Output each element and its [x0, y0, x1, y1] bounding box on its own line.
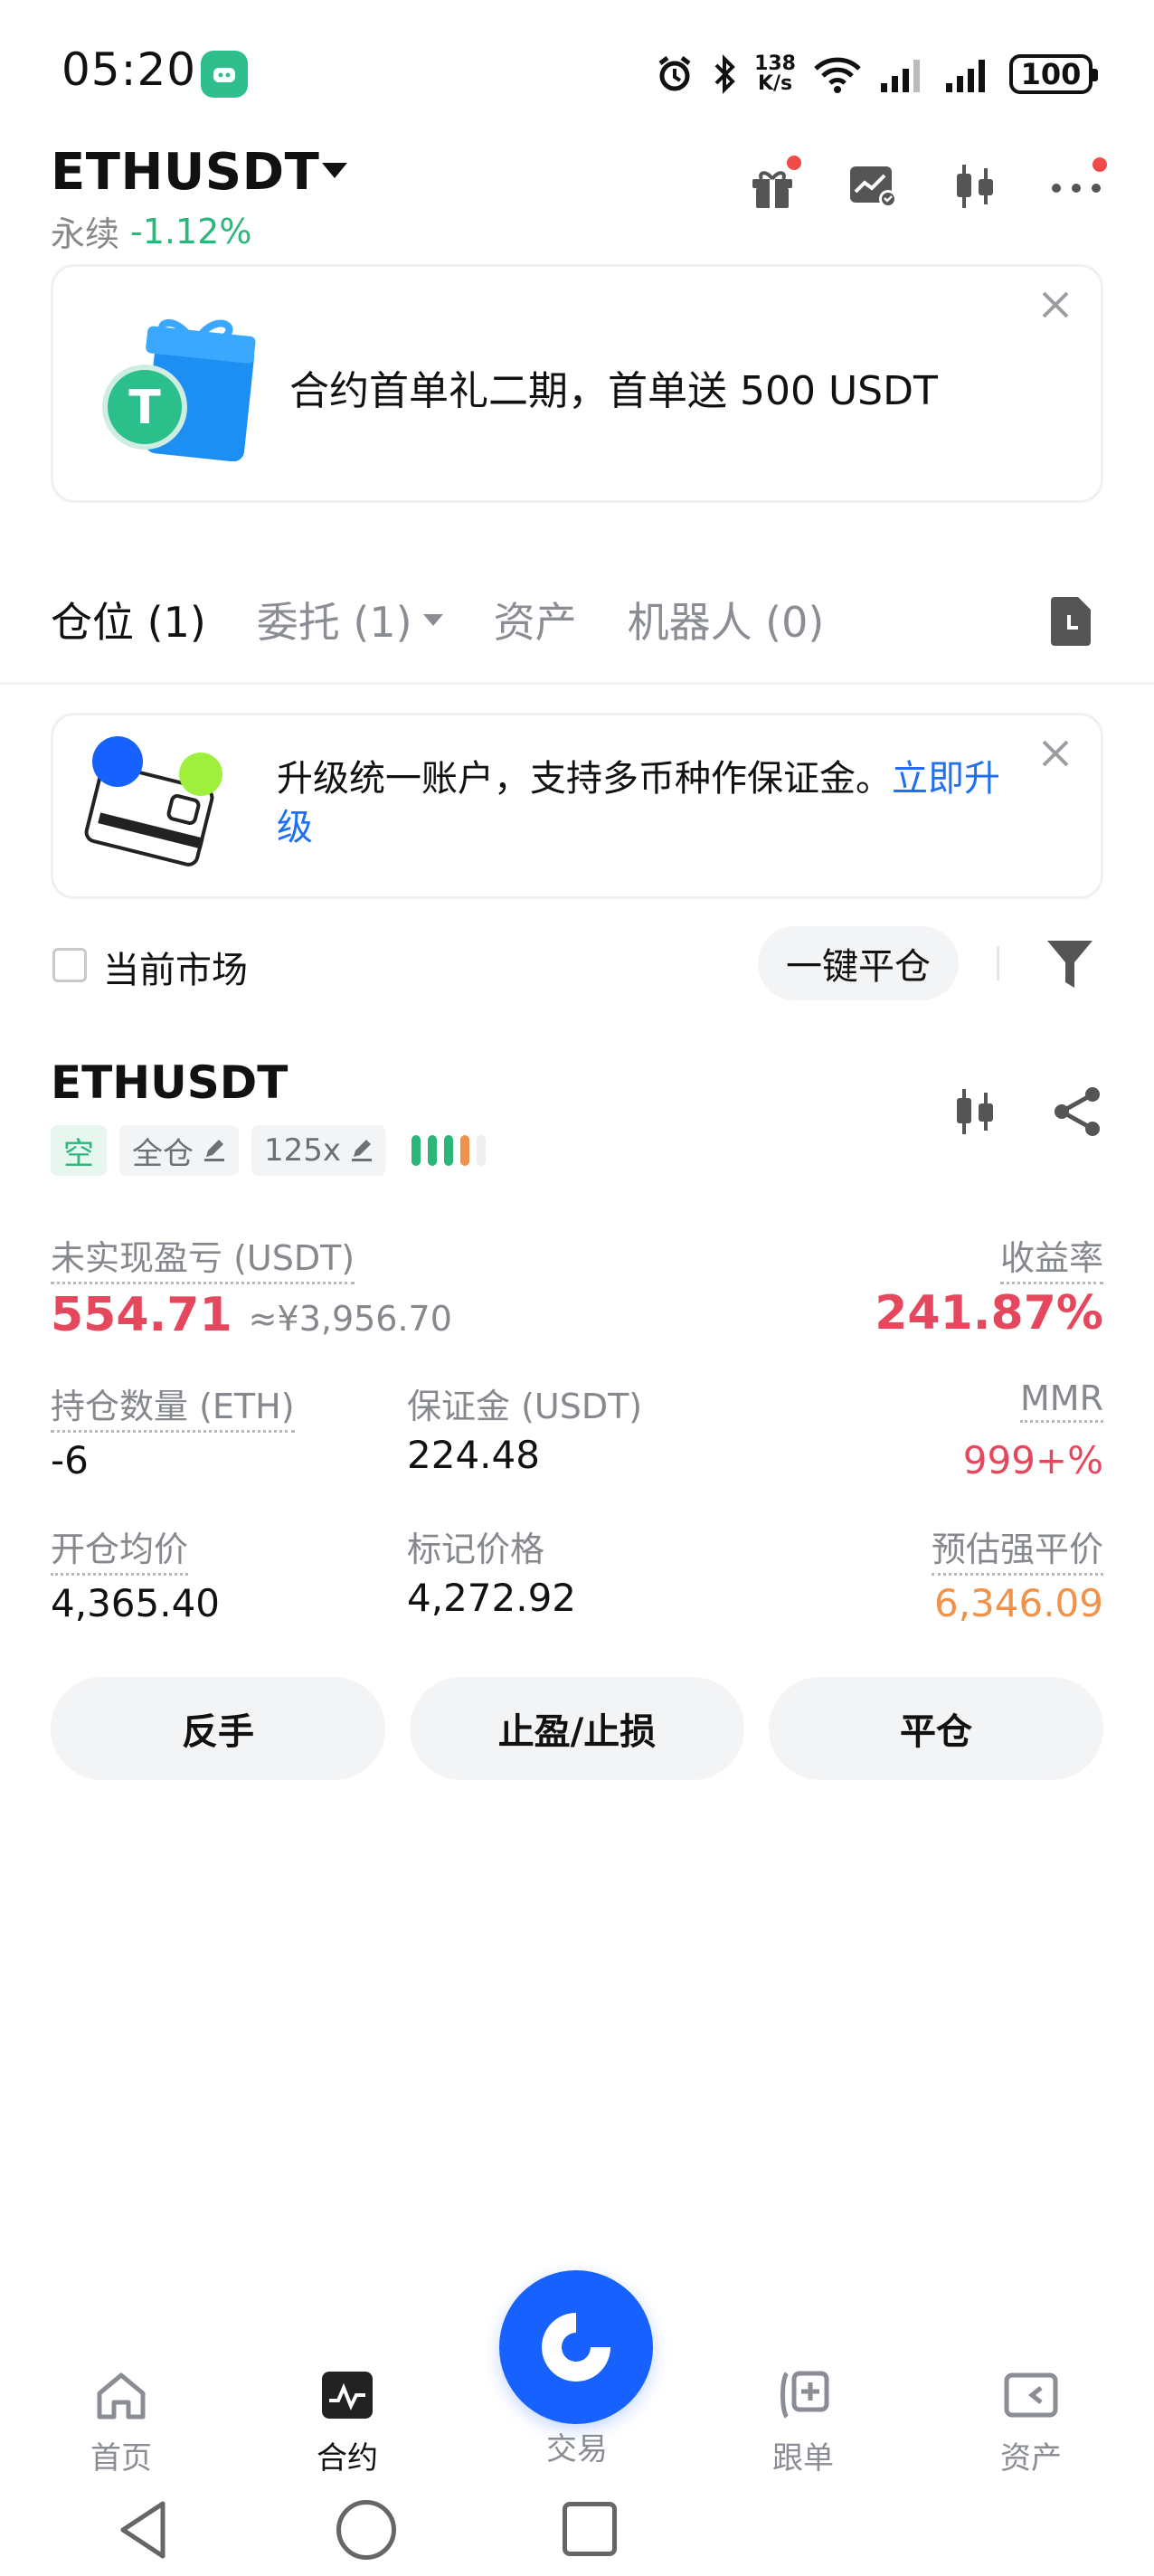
tab-orders[interactable]: 委托 (1) — [257, 590, 443, 649]
wifi-icon — [814, 57, 861, 93]
current-market-label[interactable]: 当前市场 — [103, 941, 248, 993]
leverage-tag[interactable]: 125x — [251, 1125, 387, 1176]
signal-icon-2 — [946, 60, 985, 92]
chevron-down-icon — [422, 613, 443, 626]
system-home-icon[interactable] — [336, 2500, 396, 2560]
copy-trade-icon — [780, 2371, 829, 2419]
trade-button[interactable] — [499, 2270, 653, 2424]
status-time: 05:20 — [61, 43, 197, 96]
home-icon — [97, 2372, 146, 2420]
header-actions — [745, 156, 1107, 213]
reverse-button[interactable]: 反手 — [51, 1677, 385, 1780]
nav-trade[interactable]: 交易 — [505, 2424, 649, 2468]
wallet-illustration — [83, 734, 228, 883]
nav-home[interactable]: 首页 — [49, 2370, 194, 2477]
divider — [997, 946, 999, 980]
perp-label: 永续 — [51, 214, 120, 254]
position-tags: 空 全仓 125x — [51, 1125, 487, 1176]
mmr-value: 999+% — [962, 1438, 1103, 1482]
qty-value: -6 — [51, 1438, 89, 1482]
side-tag: 空 — [51, 1125, 107, 1176]
perp-info: 永续 -1.12% — [51, 206, 251, 256]
current-market-checkbox[interactable] — [52, 948, 87, 982]
chevron-down-icon[interactable] — [322, 163, 347, 178]
margin-value: 224.48 — [407, 1433, 540, 1477]
net-speed: 138 K/s — [754, 52, 796, 95]
battery-icon: 100 — [1009, 54, 1098, 94]
edit-icon — [352, 1140, 373, 1161]
margin-mode-tag[interactable]: 全仓 — [119, 1125, 239, 1176]
history-icon[interactable] — [1047, 595, 1094, 648]
pair-title[interactable]: ETHUSDT — [51, 143, 319, 202]
system-back-icon[interactable] — [116, 2498, 170, 2565]
roe-label[interactable]: 收益率 — [999, 1230, 1103, 1284]
mark-price-value: 4,272.92 — [407, 1576, 577, 1620]
liq-price-value: 6,346.09 — [933, 1581, 1103, 1625]
unrealized-pnl-value: 554.71 — [51, 1288, 232, 1342]
entry-price-value: 4,365.40 — [51, 1581, 221, 1625]
trade-icon — [542, 2313, 610, 2382]
upgrade-text: 升级统一账户，支持多币种作保证金。立即升级 — [277, 758, 1000, 848]
close-all-button[interactable]: 一键平仓 — [758, 926, 959, 1000]
position-symbol[interactable]: ETHUSDT — [51, 1056, 288, 1109]
tp-sl-button[interactable]: 止盈/止损 — [410, 1677, 744, 1780]
qty-label[interactable]: 持仓数量 (ETH) — [51, 1378, 295, 1433]
unrealized-pnl: 554.71 ≈¥3,956.70 — [51, 1288, 452, 1342]
svg-text:T: T — [128, 381, 161, 435]
position-tabs: 仓位 (1) 委托 (1) 资产 机器人 (0) — [51, 590, 824, 649]
candlestick-icon[interactable] — [950, 1085, 1000, 1141]
promo-text: 合约首单礼二期，首单送 500 USDT — [289, 368, 938, 414]
margin-label: 保证金 (USDT) — [407, 1387, 643, 1426]
share-icon[interactable] — [1051, 1085, 1103, 1141]
edit-icon — [204, 1140, 224, 1161]
bluetooth-icon — [714, 54, 735, 94]
close-icon[interactable] — [1040, 289, 1071, 324]
signal-icon — [881, 60, 920, 92]
nav-assets[interactable]: 资产 — [959, 2370, 1103, 2477]
tab-positions[interactable]: 仓位 (1) — [51, 590, 206, 649]
more-icon[interactable] — [1049, 157, 1107, 213]
price-change: -1.12% — [130, 211, 252, 251]
alarm-icon — [658, 56, 691, 91]
roe-value: 241.87% — [875, 1286, 1103, 1340]
app-notification-icon — [201, 51, 248, 98]
close-position-button[interactable]: 平仓 — [769, 1677, 1103, 1780]
gift-icon[interactable] — [745, 156, 801, 213]
status-icons: 138 K/s 100 — [655, 47, 1098, 101]
contract-icon — [322, 2372, 373, 2419]
entry-price-label[interactable]: 开仓均价 — [51, 1521, 189, 1576]
system-recents-icon[interactable] — [563, 2502, 617, 2556]
mark-price-label: 标记价格 — [407, 1530, 545, 1569]
tab-bots[interactable]: 机器人 (0) — [628, 590, 825, 649]
liq-price-label[interactable]: 预估强平价 — [931, 1521, 1103, 1576]
risk-level-bars — [411, 1135, 487, 1166]
close-icon[interactable] — [1040, 738, 1071, 772]
gift-box-illustration: T — [99, 308, 268, 465]
candlestick-icon[interactable] — [948, 159, 1002, 213]
tabs-divider — [0, 682, 1154, 685]
tab-assets[interactable]: 资产 — [494, 590, 577, 649]
filter-icon[interactable] — [1045, 937, 1094, 995]
position-actions — [950, 1085, 1103, 1141]
nav-copy-trade[interactable]: 跟单 — [731, 2370, 875, 2477]
unrealized-pnl-cny: ≈¥3,956.70 — [248, 1299, 452, 1339]
wallet-icon — [1004, 2372, 1058, 2418]
mmr-label[interactable]: MMR — [1020, 1378, 1103, 1423]
unrealized-pnl-label[interactable]: 未实现盈亏 (USDT) — [51, 1230, 355, 1284]
nav-contract[interactable]: 合约 — [275, 2370, 420, 2477]
chart-analysis-icon[interactable] — [847, 159, 901, 213]
